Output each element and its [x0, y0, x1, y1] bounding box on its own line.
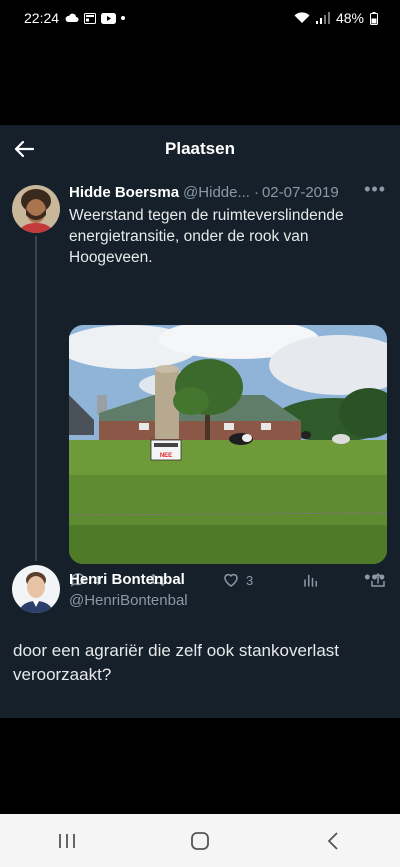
wifi-icon [294, 12, 310, 23]
back-button[interactable] [313, 821, 353, 861]
tweet-header: Hidde Boersma @Hidde... · 02-07-2019 [69, 184, 386, 201]
views-button[interactable] [302, 571, 320, 589]
top-bar: Plaatsen [0, 125, 400, 173]
reply-author-handle[interactable]: @HenriBontenbal [69, 592, 188, 609]
recent-apps-button[interactable] [47, 821, 87, 861]
like-button[interactable]: 3 [222, 571, 253, 589]
signal-icon [315, 12, 330, 24]
reply-author-name[interactable]: Henri Bontenbal [69, 571, 185, 588]
system-nav-bar [0, 814, 400, 867]
notification-icons [65, 12, 126, 24]
tweet-text: Weerstand tegen de ruimteverslindende en… [69, 207, 344, 266]
home-icon [191, 831, 209, 850]
sign-text: NEE [160, 453, 172, 459]
more-notifications-icon [121, 16, 126, 20]
youtube-icon [101, 12, 117, 24]
status-right: 48% [294, 10, 378, 26]
battery-icon [370, 11, 378, 25]
separator-dot: · [253, 184, 259, 201]
back-chevron-icon [328, 831, 338, 850]
home-button[interactable] [180, 821, 220, 861]
tweet-image[interactable]: NEE [69, 325, 387, 564]
status-left: 22:24 [24, 10, 126, 26]
reply-header: Henri Bontenbal [69, 571, 185, 588]
battery-percentage: 48% [335, 10, 364, 26]
status-time: 22:24 [24, 10, 60, 26]
reply-text: door een agrariër die zelf ook stankover… [13, 641, 340, 684]
recent-apps-icon [58, 833, 75, 848]
status-bar: 22:24 48% [0, 0, 400, 36]
like-count: 3 [245, 572, 254, 588]
author-name[interactable]: Hidde Boersma [69, 184, 179, 201]
more-options-icon[interactable]: ••• [364, 179, 386, 200]
cloud-icon [65, 13, 79, 22]
tweet-date[interactable]: 02-07-2019 [262, 184, 339, 201]
author-avatar[interactable] [12, 185, 60, 233]
reply-author-avatar[interactable] [12, 565, 60, 613]
heart-icon [224, 573, 238, 587]
reply-more-options-icon[interactable]: ••• [364, 567, 386, 588]
page-title: Plaatsen [165, 139, 235, 158]
thread-connector-line [35, 236, 37, 561]
author-handle[interactable]: @Hidde... [183, 184, 250, 201]
post-screen: Plaatsen Hidde Boersma @Hidde... · 02-07… [0, 125, 400, 718]
views-chart-icon [304, 574, 318, 587]
news-icon [84, 12, 97, 24]
